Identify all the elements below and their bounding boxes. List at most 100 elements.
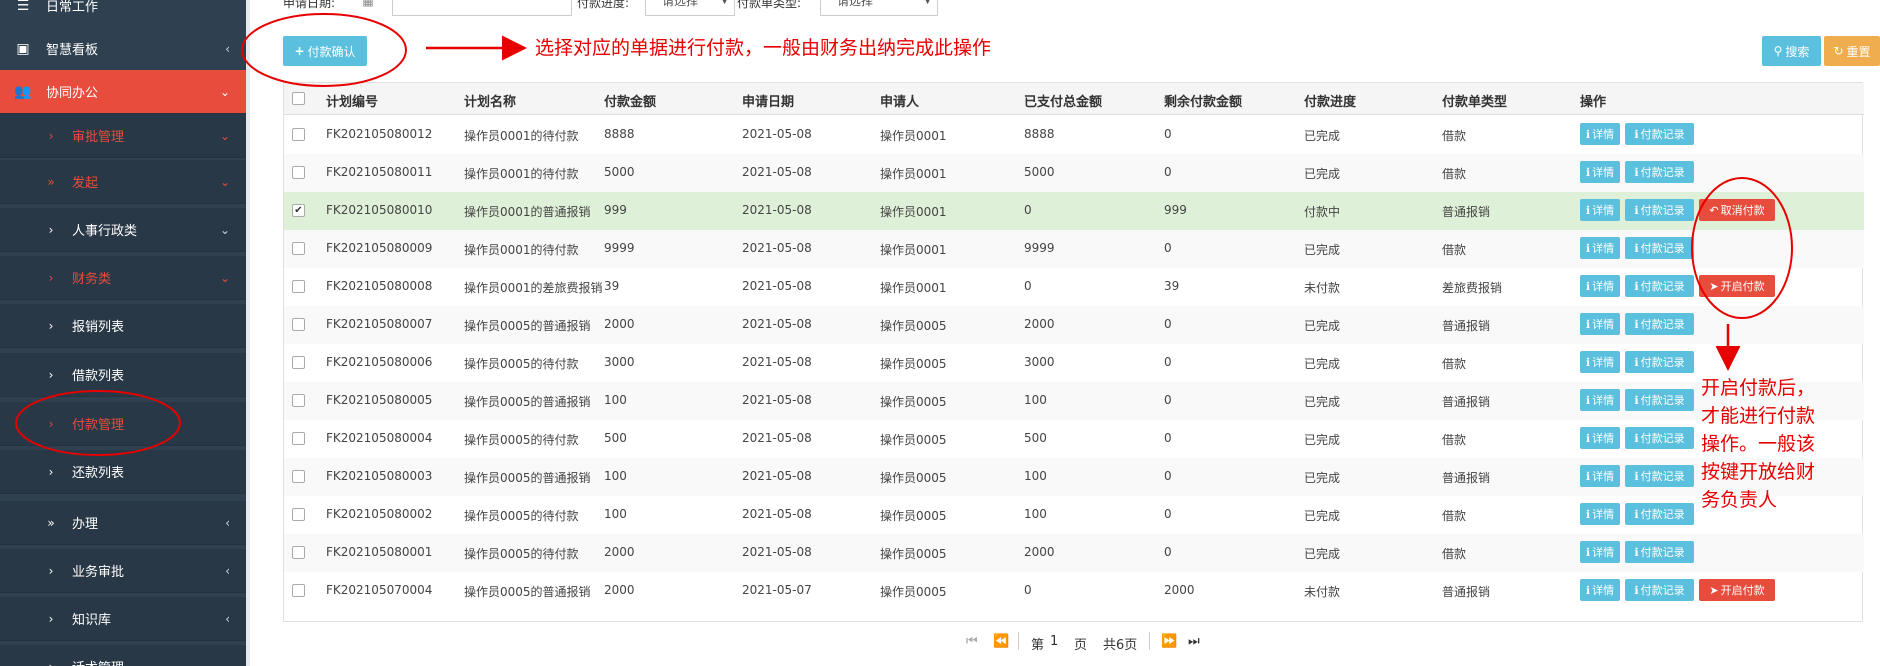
detail-button[interactable]: ℹ 详情 [1580,313,1620,335]
row-checkbox[interactable] [292,318,305,331]
table-row[interactable]: FK202105080012 操作员0001的待付款 8888 2021-05-08 操… [284,116,1864,154]
detail-button[interactable]: ℹ 详情 [1580,123,1620,145]
table-row[interactable]: FK202105080003 操作员0005的普通报销 100 2021-05-08 操… [284,458,1864,496]
row-checkbox[interactable] [292,584,305,597]
table-row[interactable]: FK202105080004 操作员0005的待付款 500 2021-05-08 操作… [284,420,1864,458]
row-checkbox[interactable] [292,470,305,483]
sidebar-item[interactable]: › 借款列表 [0,353,246,397]
pay-confirm-button[interactable]: + 付款确认 [283,36,367,66]
cell-type: 普通报销 [1442,395,1491,409]
payment-record-button[interactable]: ℹ 付款记录 [1625,161,1694,183]
row-checkbox[interactable] [292,356,305,369]
detail-button[interactable]: ℹ 详情 [1580,237,1620,259]
detail-button[interactable]: ℹ 详情 [1580,541,1620,563]
type-select[interactable]: 请选择 ▼ [820,0,938,16]
cell-name: 操作员0005的普通报销 [464,395,591,409]
cell-progress: 已完成 [1304,319,1341,333]
calendar-icon[interactable]: ▦ [354,0,382,8]
detail-button[interactable]: ℹ 详情 [1580,503,1620,525]
table-row[interactable]: FK202105080008 操作员0001的差旅费报销 39 2021-05-08 操… [284,268,1864,306]
payment-record-button[interactable]: ℹ 付款记录 [1625,541,1694,563]
table-row[interactable]: FK202105080001 操作员0005的待付款 2000 2021-05-08 操… [284,534,1864,572]
sidebar-item-label: 财务类 [72,272,112,287]
table-row[interactable]: FK202105080009 操作员0001的待付款 9999 2021-05-08 操… [284,230,1864,268]
sidebar-item[interactable]: › 业务审批 ‹ [0,549,246,593]
row-checkbox[interactable] [292,242,305,255]
detail-button[interactable]: ℹ 详情 [1580,465,1620,487]
row-checkbox[interactable] [292,432,305,445]
detail-button[interactable]: ℹ 详情 [1580,275,1620,297]
sidebar-item[interactable]: › 人事行政类 ⌄ [0,208,246,252]
page-number-input[interactable]: 1 [1050,634,1058,649]
prev-page-icon[interactable]: ⏪ [993,634,1009,649]
column-header: 付款金额 [604,95,657,110]
row-checkbox[interactable] [292,546,305,559]
cell-amount: 3000 [604,355,635,369]
detail-button[interactable]: ℹ 详情 [1580,579,1620,601]
reset-button[interactable]: ↻ 重置 [1824,36,1880,66]
cell-date: 2021-05-08 [742,317,812,331]
table-row[interactable]: FK202105080007 操作员0005的普通报销 2000 2021-05-08… [284,306,1864,344]
sidebar-item[interactable]: › 审批管理 ⌄ [0,114,246,158]
payment-record-button[interactable]: ℹ 付款记录 [1625,123,1694,145]
row-checkbox[interactable] [292,508,305,521]
search-button[interactable]: ⚲ 搜索 [1762,36,1821,66]
sidebar-item[interactable]: » 办理 ‹ [0,501,246,545]
undo-icon: ↶ [1709,203,1719,217]
progress-select[interactable]: 请选择 ▼ [645,0,735,16]
select-all-checkbox[interactable] [292,92,305,105]
page-prefix: 第 [1031,638,1045,653]
detail-button[interactable]: ℹ 详情 [1580,351,1620,373]
cell-name: 操作员0001的待付款 [464,167,579,181]
sidebar-item[interactable]: » 发起 ⌄ [0,160,246,204]
apply-date-input[interactable] [392,0,572,16]
sidebar-item[interactable]: › 还款列表 [0,450,246,494]
table-row[interactable]: ✔ FK202105080010 操作员0001的普通报销 999 2021-05-08… [284,192,1864,230]
table-row[interactable]: FK202105080011 操作员0001的待付款 5000 2021-05-08 操… [284,154,1864,192]
detail-button[interactable]: ℹ 详情 [1580,161,1620,183]
payment-record-button[interactable]: ℹ 付款记录 [1625,427,1694,449]
sidebar-item[interactable]: 👥 协同办公 ⌄ [0,70,246,114]
payment-record-button[interactable]: ℹ 付款记录 [1625,503,1694,525]
cancel-payment-button[interactable]: ↶ 取消付款 [1699,199,1775,221]
open-payment-button[interactable]: ➤ 开启付款 [1699,579,1775,601]
detail-button[interactable]: ℹ 详情 [1580,199,1620,221]
payment-record-button[interactable]: ℹ 付款记录 [1625,199,1694,221]
cell-type: 普通报销 [1442,319,1491,333]
payment-record-button[interactable]: ℹ 付款记录 [1625,275,1694,297]
cell-remain: 0 [1164,317,1172,331]
sidebar-item[interactable]: › 话术管理 [0,645,246,666]
cell-date: 2021-05-08 [742,431,812,445]
sidebar-item[interactable]: › 财务类 ⌄ [0,256,246,300]
cell-paid: 100 [1024,507,1047,521]
sidebar-item[interactable]: ▣ 智慧看板 ‹ [0,27,246,71]
sidebar-item[interactable]: ☰ 日常工作 [0,0,246,28]
payment-record-button[interactable]: ℹ 付款记录 [1625,579,1694,601]
table-row[interactable]: FK202105080006 操作员0005的待付款 3000 2021-05-08 操… [284,344,1864,382]
row-checkbox[interactable] [292,128,305,141]
payment-record-button[interactable]: ℹ 付款记录 [1625,313,1694,335]
detail-button[interactable]: ℹ 详情 [1580,427,1620,449]
open-payment-button[interactable]: ➤ 开启付款 [1699,275,1775,297]
last-page-icon[interactable]: ⏭ [1188,634,1200,649]
info-icon: ℹ [1585,203,1591,217]
sidebar-item[interactable]: › 报销列表 [0,304,246,348]
table-row[interactable]: FK202105080005 操作员0005的普通报销 100 2021-05-08 操… [284,382,1864,420]
first-page-icon[interactable]: ⏮ [966,634,978,649]
payment-record-button[interactable]: ℹ 付款记录 [1625,465,1694,487]
detail-button[interactable]: ℹ 详情 [1580,389,1620,411]
row-checkbox[interactable] [292,166,305,179]
payment-record-button[interactable]: ℹ 付款记录 [1625,389,1694,411]
row-checkbox[interactable] [292,394,305,407]
sidebar-item[interactable]: › 付款管理 [0,402,246,446]
row-checkbox[interactable]: ✔ [292,204,305,217]
table-row[interactable]: FK202105070004 操作员0005的普通报销 2000 2021-05-07… [284,572,1864,610]
sidebar-item[interactable]: › 知识库 ‹ [0,597,246,641]
payment-record-button[interactable]: ℹ 付款记录 [1625,237,1694,259]
next-page-icon[interactable]: ⏩ [1161,634,1177,649]
payment-record-button[interactable]: ℹ 付款记录 [1625,351,1694,373]
row-checkbox[interactable] [292,280,305,293]
cell-remain: 2000 [1164,583,1195,597]
search-icon: ⚲ [1773,44,1783,58]
table-row[interactable]: FK202105080002 操作员0005的待付款 100 2021-05-08 操作… [284,496,1864,534]
